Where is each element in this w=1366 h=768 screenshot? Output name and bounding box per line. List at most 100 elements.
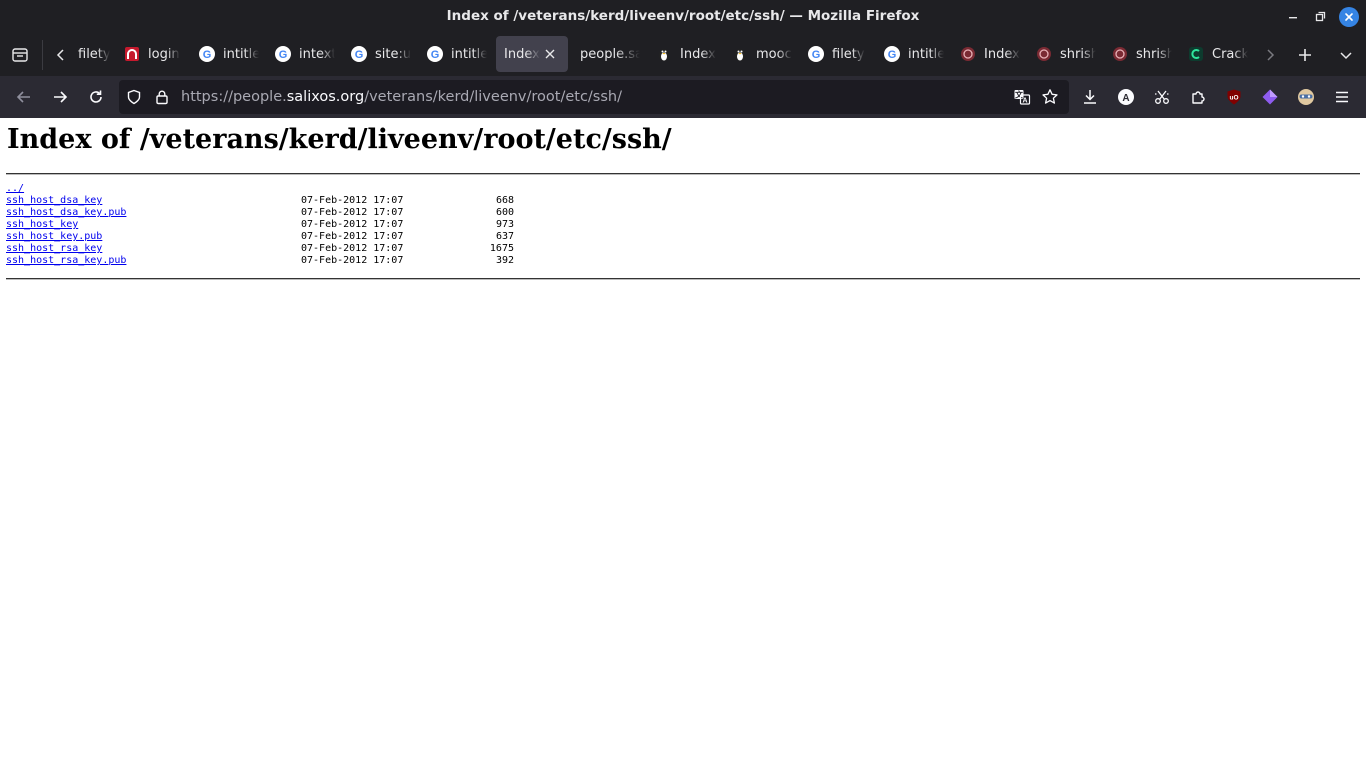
file-size: 1675 [489,243,514,254]
list-item: ssh_host_dsa_key 07-Feb-2012 17:07 668 [6,195,526,207]
file-date: 07-Feb-2012 17:07 [301,219,404,230]
google-g-icon: G [199,46,215,62]
hamburger-menu-icon [1336,91,1348,103]
tux-penguin-icon [732,46,748,62]
file-size: 973 [495,219,514,230]
tab-item[interactable]: G site:u [343,36,411,72]
lock-icon[interactable] [153,88,171,106]
tab-item[interactable]: shrish [1028,36,1096,72]
page-content: Index of /veterans/kerd/liveenv/root/etc… [0,118,1366,768]
chevron-down-icon [1340,52,1352,60]
tab-item[interactable]: G intitle [191,36,259,72]
tab-label: Index c [504,46,540,62]
downloads-button[interactable] [1075,82,1105,112]
red-emblem-icon [960,46,976,62]
close-icon [1345,13,1353,21]
account-button[interactable]: A [1111,82,1141,112]
close-icon [545,49,555,59]
new-tab-button[interactable] [1290,40,1320,70]
svg-text:G: G [279,49,288,61]
tab-item[interactable]: mooc [724,36,792,72]
tab-label: intitle [223,46,259,62]
minimize-button[interactable] [1283,7,1303,27]
window-titlebar: Index of /veterans/kerd/liveenv/root/etc… [0,0,1366,34]
url-text[interactable]: https://people.salixos.org/veterans/kerd… [181,80,622,114]
file-link[interactable]: ssh_host_key.pub [6,231,102,243]
tab-item[interactable]: G intitle [876,36,944,72]
file-size: 637 [495,231,514,242]
file-link[interactable]: ssh_host_rsa_key.pub [6,255,126,267]
list-item: ssh_host_rsa_key.pub 07-Feb-2012 17:07 3… [6,255,526,267]
translate-icon[interactable]: 文A [1013,88,1031,106]
maximize-button[interactable] [1310,7,1330,27]
plus-icon [1299,49,1311,61]
list-item: ssh_host_dsa_key.pub 07-Feb-2012 17:07 6… [6,207,526,219]
tab-item[interactable]: Index [952,36,1020,72]
screenshot-button[interactable] [1147,82,1177,112]
puzzle-icon [1192,91,1205,104]
window-title: Index of /veterans/kerd/liveenv/root/etc… [446,8,920,24]
tab-separator [42,40,43,70]
tab-item-active[interactable]: Index c [496,36,568,72]
tux-penguin-icon [656,46,672,62]
google-g-icon: G [884,46,900,62]
tab-item[interactable]: G intitle [419,36,487,72]
tab-strip: filety login G intitle G intext G site:u… [0,34,1366,76]
file-link[interactable]: ssh_host_dsa_key.pub [6,207,126,219]
svg-text:G: G [355,49,364,61]
tab-item[interactable]: login [116,36,184,72]
green-c-icon [1188,46,1204,62]
reload-button[interactable] [81,82,111,112]
chevron-right-icon [1267,49,1275,61]
app-menu-button[interactable] [1327,82,1357,112]
tab-item[interactable]: G intext [267,36,335,72]
extensions-button[interactable] [1183,82,1213,112]
tab-item[interactable]: shrish [1104,36,1172,72]
mask-extension-button[interactable] [1291,82,1321,112]
svg-text:G: G [203,49,212,61]
tab-label: intext [299,46,335,62]
firefox-view-button[interactable] [5,40,35,70]
file-date: 07-Feb-2012 17:07 [301,255,404,266]
firefox-view-icon [12,48,28,62]
red-arch-favicon [124,46,140,62]
tab-label: Index [680,46,716,62]
mask-face-icon [1298,89,1314,105]
svg-text:A: A [1022,98,1027,105]
purple-diamond-icon [1262,89,1278,105]
file-size: 600 [495,207,514,218]
tracking-protection-shield-icon[interactable] [125,88,143,106]
arrow-right-icon [54,91,68,103]
tab-close-button[interactable] [542,46,558,62]
purple-extension-button[interactable] [1255,82,1285,112]
file-link[interactable]: ssh_host_rsa_key [6,243,102,255]
tab-item[interactable]: people.sa [572,36,640,72]
ublock-origin-button[interactable]: uO [1219,82,1249,112]
tab-item[interactable]: G filety [800,36,868,72]
list-item: ssh_host_key.pub 07-Feb-2012 17:07 637 [6,231,526,243]
address-bar[interactable]: https://people.salixos.org/veterans/kerd… [119,80,1069,114]
list-item: ssh_host_key 07-Feb-2012 17:07 973 [6,219,526,231]
google-g-icon: G [427,46,443,62]
red-emblem-icon [1036,46,1052,62]
google-g-icon: G [808,46,824,62]
chevron-left-icon [56,49,64,61]
parent-directory-link[interactable]: ../ [6,183,24,195]
arrow-left-icon [16,91,30,103]
back-button[interactable] [9,82,39,112]
tab-label: filety [78,46,110,62]
tab-scroll-right-button[interactable] [1255,40,1285,70]
file-link[interactable]: ssh_host_key [6,219,78,231]
svg-text:G: G [431,49,440,61]
tab-item[interactable]: Crack [1180,36,1248,72]
tab-label: login [148,46,180,62]
bookmark-star-icon[interactable] [1041,88,1059,106]
tab-item[interactable]: filety [68,36,110,72]
forward-button[interactable] [45,82,75,112]
window-close-button[interactable] [1339,7,1359,27]
list-all-tabs-button[interactable] [1331,40,1361,70]
list-item: ssh_host_rsa_key 07-Feb-2012 17:07 1675 [6,243,526,255]
file-link[interactable]: ssh_host_dsa_key [6,195,102,207]
tab-item[interactable]: Index [648,36,716,72]
divider [6,278,1360,280]
